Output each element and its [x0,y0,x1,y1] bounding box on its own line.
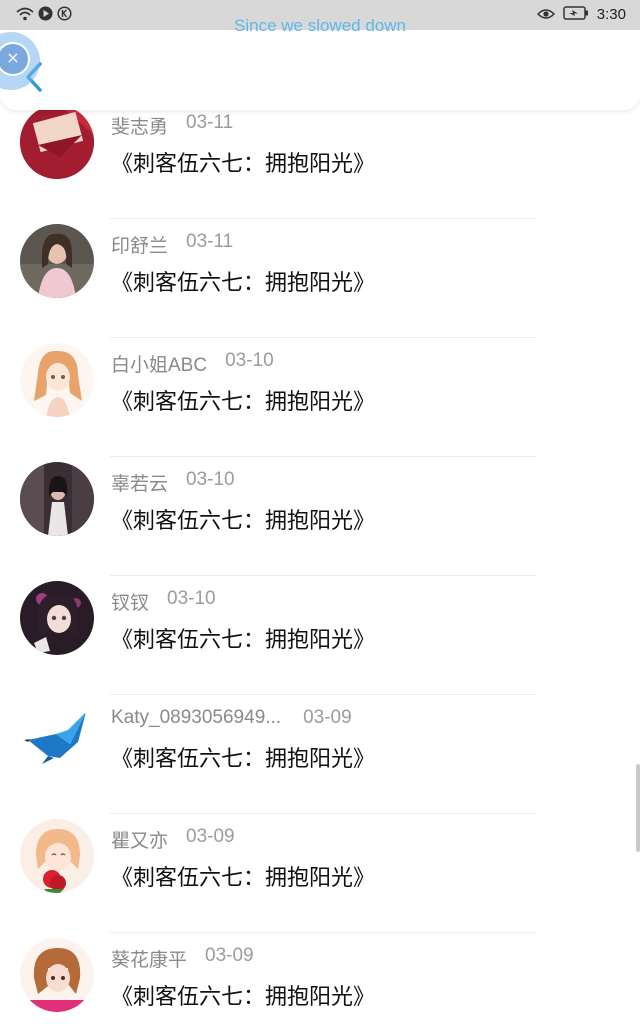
item-meta: 白小姐ABC 03-10 [111,350,274,377]
item-date: 03-11 [186,112,234,133]
avatar [20,462,94,536]
item-title: 《刺客伍六七：拥抱阳光》 [111,390,376,415]
author-name[interactable]: 辜若云 [111,469,168,496]
header [0,30,640,110]
item-date: 03-09 [205,945,254,966]
avatar [20,938,94,1012]
avatar [20,581,94,655]
author-name[interactable]: 印舒兰 [111,231,168,258]
item-date: 03-10 [167,588,216,609]
list-item[interactable]: 钗钗 03-10 《刺客伍六七：拥抱阳光》 [0,576,640,695]
list-item[interactable]: 印舒兰 03-11 《刺客伍六七：拥抱阳光》 [0,219,640,338]
close-icon: × [0,42,30,76]
list-item[interactable]: 斐志勇 03-11 《刺客伍六七：拥抱阳光》 [0,100,640,219]
avatar [20,224,94,298]
avatar [20,819,94,893]
author-name[interactable]: 瞿又亦 [111,826,168,853]
overlay-text: Since we slowed down [234,16,406,35]
screen: 3:30 Since we slowed down × 斐志勇 03-11 《刺… [0,0,640,1024]
item-date: 03-09 [303,707,352,728]
author-name[interactable]: 钗钗 [111,588,149,615]
item-meta: 钗钗 03-10 [111,588,216,615]
item-title: 《刺客伍六七：拥抱阳光》 [111,866,376,891]
item-meta: 葵花康平 03-09 [111,945,254,972]
author-name[interactable]: 葵花康平 [111,945,187,972]
item-date: 03-10 [225,350,274,371]
list-item[interactable]: 瞿又亦 03-09 《刺客伍六七：拥抱阳光》 [0,814,640,933]
comment-list: 斐志勇 03-11 《刺客伍六七：拥抱阳光》 印舒兰 03-11 《刺客伍六七：拥抱… [0,100,640,1024]
item-date: 03-09 [186,826,235,847]
list-item[interactable]: 白小姐ABC 03-10 《刺客伍六七：拥抱阳光》 [0,338,640,457]
list-item[interactable]: Katy_0893056949... 03-09 《刺客伍六七：拥抱阳光》 [0,695,640,814]
avatar [20,343,94,417]
item-meta: 印舒兰 03-11 [111,231,234,258]
list-item[interactable]: 辜若云 03-10 《刺客伍六七：拥抱阳光》 [0,457,640,576]
item-date: 03-11 [186,231,234,252]
scrollbar[interactable] [636,764,640,852]
item-meta: 斐志勇 03-11 [111,112,234,139]
item-meta: 辜若云 03-10 [111,469,235,496]
list-item[interactable]: 葵花康平 03-09 《刺客伍六七：拥抱阳光》 [0,933,640,1024]
author-name[interactable]: Katy_0893056949... [111,707,281,729]
item-title: 《刺客伍六七：拥抱阳光》 [111,271,376,296]
author-name[interactable]: 白小姐ABC [111,350,207,377]
author-name[interactable]: 斐志勇 [111,112,168,139]
item-meta: 瞿又亦 03-09 [111,826,235,853]
item-title: 《刺客伍六七：拥抱阳光》 [111,628,376,653]
item-title: 《刺客伍六七：拥抱阳光》 [111,509,376,534]
avatar [20,105,94,179]
avatar [20,700,94,774]
item-title: 《刺客伍六七：拥抱阳光》 [111,747,376,772]
item-title: 《刺客伍六七：拥抱阳光》 [111,152,376,177]
item-title: 《刺客伍六七：拥抱阳光》 [111,985,376,1010]
item-date: 03-10 [186,469,235,490]
item-meta: Katy_0893056949... 03-09 [111,707,352,731]
